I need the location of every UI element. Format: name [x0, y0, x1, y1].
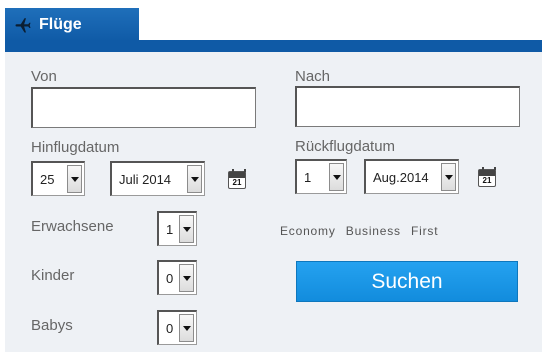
class-economy-option[interactable]: Economy — [280, 224, 336, 238]
chevron-down-icon — [187, 165, 202, 193]
children-value: 0 — [166, 271, 174, 286]
tab-label: Flüge — [39, 16, 82, 33]
return-day-select[interactable]: 1 — [295, 159, 347, 194]
tab-flights[interactable]: Flüge — [5, 8, 139, 42]
adults-select[interactable]: 1 — [157, 211, 197, 246]
children-label: Kinder — [31, 267, 75, 284]
return-day-value: 1 — [304, 170, 312, 185]
chevron-down-icon — [67, 165, 82, 193]
chevron-down-icon — [179, 264, 194, 292]
to-input[interactable] — [295, 86, 520, 127]
from-input[interactable] — [31, 87, 256, 128]
return-month-select[interactable]: Aug.2014 — [364, 159, 459, 194]
class-first-option[interactable]: First — [411, 224, 438, 238]
class-business-option[interactable]: Business — [346, 224, 401, 238]
chevron-down-icon — [179, 314, 194, 342]
infants-label: Babys — [31, 317, 73, 334]
return-date-label: Rückflugdatum — [295, 138, 396, 155]
infants-value: 0 — [166, 321, 174, 336]
depart-month-select[interactable]: Juli 2014 — [110, 161, 205, 196]
adults-value: 1 — [166, 222, 174, 237]
depart-month-value: Juli 2014 — [119, 172, 172, 187]
depart-day-value: 25 — [40, 172, 55, 187]
infants-select[interactable]: 0 — [157, 310, 197, 345]
tab-bar — [5, 40, 542, 52]
chevron-down-icon — [179, 215, 194, 243]
to-label: Nach — [295, 68, 331, 85]
airplane-icon — [13, 16, 33, 34]
return-calendar-icon[interactable]: 21 — [478, 167, 496, 187]
return-month-value: Aug.2014 — [373, 170, 429, 185]
depart-calendar-icon[interactable]: 21 — [228, 169, 246, 189]
adults-label: Erwachsene — [31, 218, 114, 235]
depart-date-label: Hinflugdatum — [31, 139, 120, 156]
children-select[interactable]: 0 — [157, 260, 197, 295]
class-options: Economy Business First — [280, 224, 444, 238]
chevron-down-icon — [441, 163, 456, 191]
chevron-down-icon — [329, 163, 344, 191]
search-button[interactable]: Suchen — [296, 261, 518, 302]
from-label: Von — [31, 68, 57, 85]
depart-day-select[interactable]: 25 — [31, 161, 85, 196]
